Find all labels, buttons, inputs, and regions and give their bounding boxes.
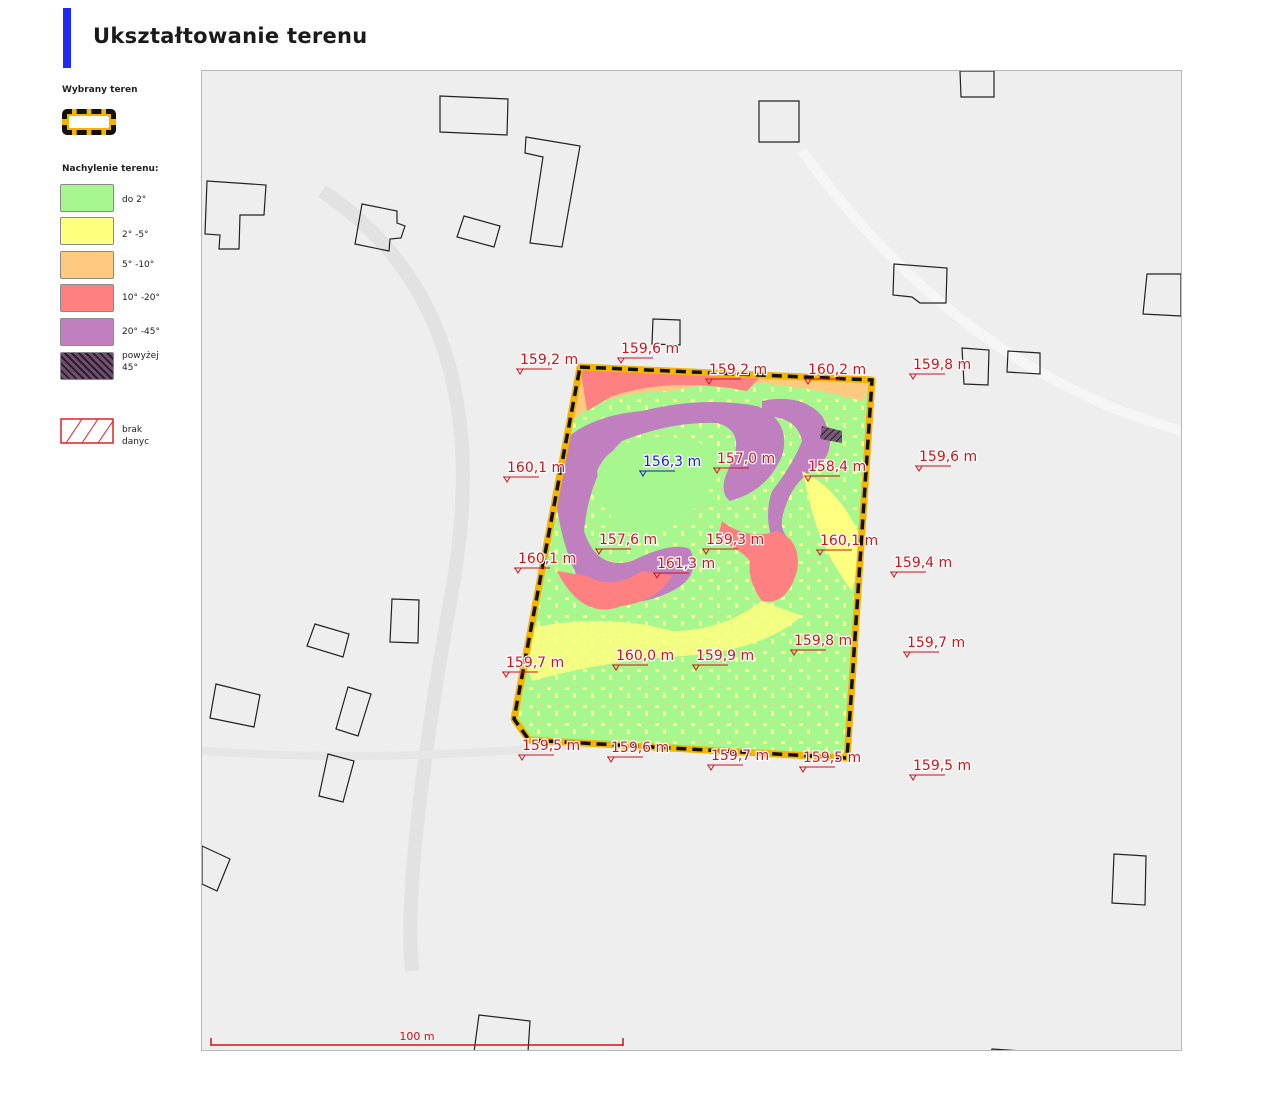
legend-swatch: [60, 318, 114, 346]
legend-label: 2° -5°: [122, 230, 149, 240]
elevation-label: 159,6 m: [621, 341, 679, 357]
elevation-label: 159,4 m: [894, 555, 952, 571]
elevation-label: 160,2 m: [808, 362, 866, 378]
elevation-label: 159,7 m: [506, 655, 564, 671]
legend-swatch: [60, 184, 114, 212]
elevation-label: 159,3 m: [706, 532, 764, 548]
elevation-label: 159,6 m: [611, 740, 669, 756]
legend-selected-swatch: [62, 109, 116, 135]
map-view[interactable]: 159,2 m 159,6 m 159,2 m 160,2 m 159,8 m 160,1…: [201, 70, 1182, 1051]
elevation-label: 159,7 m: [711, 748, 769, 764]
legend-label: 20° -45°: [122, 327, 161, 337]
legend-selected-heading: Wybrany teren: [62, 85, 138, 95]
elevation-label: 159,9 m: [696, 648, 754, 664]
elevation-label: 160,1 m: [820, 533, 878, 549]
legend-swatch: [60, 352, 114, 380]
elevation-label: 159,7 m: [907, 635, 965, 651]
map-canvas[interactable]: 159,2 m 159,6 m 159,2 m 160,2 m 159,8 m 160,1…: [202, 71, 1182, 1051]
scale-bar-label: 100 m: [399, 1030, 434, 1043]
legend-nodata-row: brak danyc: [60, 418, 149, 448]
legend-slope-heading: Nachylenie terenu:: [62, 164, 159, 174]
legend-label: powyżej 45°: [122, 351, 159, 373]
elevation-label: 161,3 m: [657, 556, 715, 572]
legend-label: 10° -20°: [122, 293, 161, 303]
elevation-label: 157,0 m: [717, 451, 775, 467]
elevation-label: 159,8 m: [794, 633, 852, 649]
elevation-label: 156,3 m: [643, 454, 701, 470]
legend-swatch: [60, 284, 114, 312]
elevation-label: 160,1 m: [518, 551, 576, 567]
elevation-label: 159,2 m: [520, 352, 578, 368]
legend-nodata-label: brak danyc: [122, 425, 150, 447]
page-title: Ukształtowanie terenu: [93, 24, 368, 48]
elevation-label: 159,5 m: [522, 738, 580, 754]
elevation-label: 158,4 m: [808, 459, 866, 475]
title-accent-bar: [63, 8, 71, 68]
legend-label: 5° -10°: [122, 260, 155, 270]
elevation-label: 159,5 m: [913, 758, 971, 774]
legend-swatch: [60, 217, 114, 245]
legend-swatch: [60, 251, 114, 279]
legend-label: do 2°: [122, 195, 147, 205]
elevation-label: 157,6 m: [599, 532, 657, 548]
nodata-swatch: [60, 418, 114, 444]
elevation-label: 159,5 m: [803, 750, 861, 766]
elevation-label: 159,2 m: [709, 362, 767, 378]
elevation-label: 160,1 m: [507, 460, 565, 476]
elevation-label: 159,6 m: [919, 449, 977, 465]
elevation-label: 160,0 m: [616, 648, 674, 664]
elevation-label: 159,8 m: [913, 357, 971, 373]
